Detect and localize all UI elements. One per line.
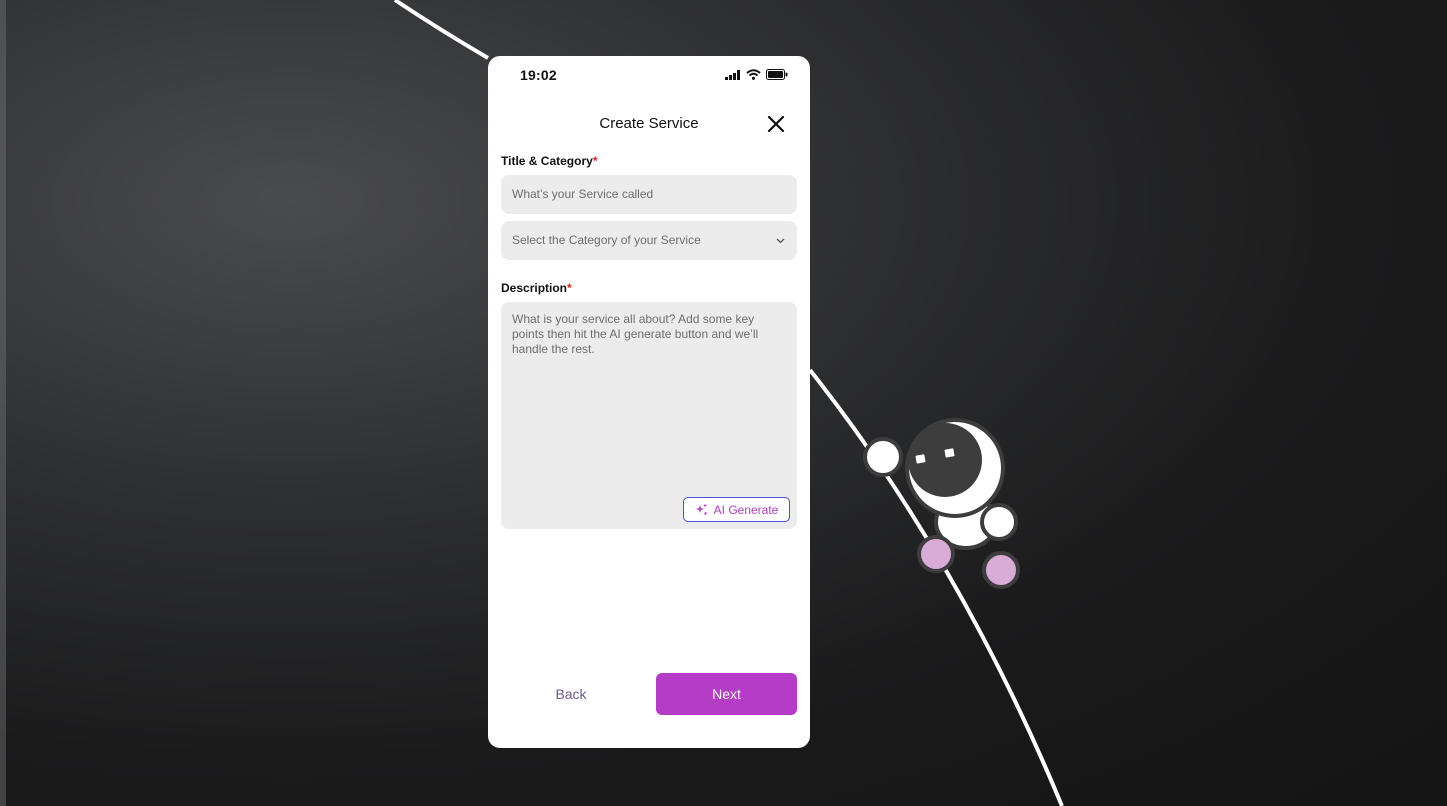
title-category-label-text: Title & Category (501, 154, 593, 168)
sparkle-icon (695, 503, 707, 515)
required-mark: * (567, 281, 572, 295)
next-button[interactable]: Next (656, 673, 797, 715)
category-select[interactable]: Select the Category of your Service (501, 221, 797, 260)
description-label-text: Description (501, 281, 568, 295)
ai-generate-label: AI Generate (713, 502, 779, 517)
back-button[interactable]: Back (521, 673, 621, 715)
wifi-icon (746, 69, 761, 80)
title-category-label: Title & Category* (501, 154, 597, 168)
close-icon (767, 115, 785, 133)
description-textarea[interactable]: What is your service all about? Add some… (501, 302, 797, 529)
page-title: Create Service (599, 115, 699, 132)
close-button[interactable] (764, 112, 788, 136)
category-select-placeholder: Select the Category of your Service (512, 233, 701, 247)
signal-icon (725, 69, 740, 80)
service-title-input[interactable]: What’s your Service called (501, 175, 797, 214)
status-icons (725, 69, 788, 80)
required-mark: * (592, 154, 598, 168)
create-service-modal: 19:02 Create Service Title & Category* W… (488, 56, 810, 748)
battery-icon (766, 69, 788, 80)
chevron-down-icon (776, 221, 785, 260)
background-stage: 19:02 Create Service Title & Category* W… (0, 0, 1447, 806)
ai-generate-button[interactable]: AI Generate (683, 497, 790, 522)
status-bar: 19:02 (488, 56, 810, 94)
astronaut-illustration (863, 418, 1020, 589)
description-label: Description* (501, 281, 572, 295)
status-time: 19:02 (520, 67, 557, 83)
